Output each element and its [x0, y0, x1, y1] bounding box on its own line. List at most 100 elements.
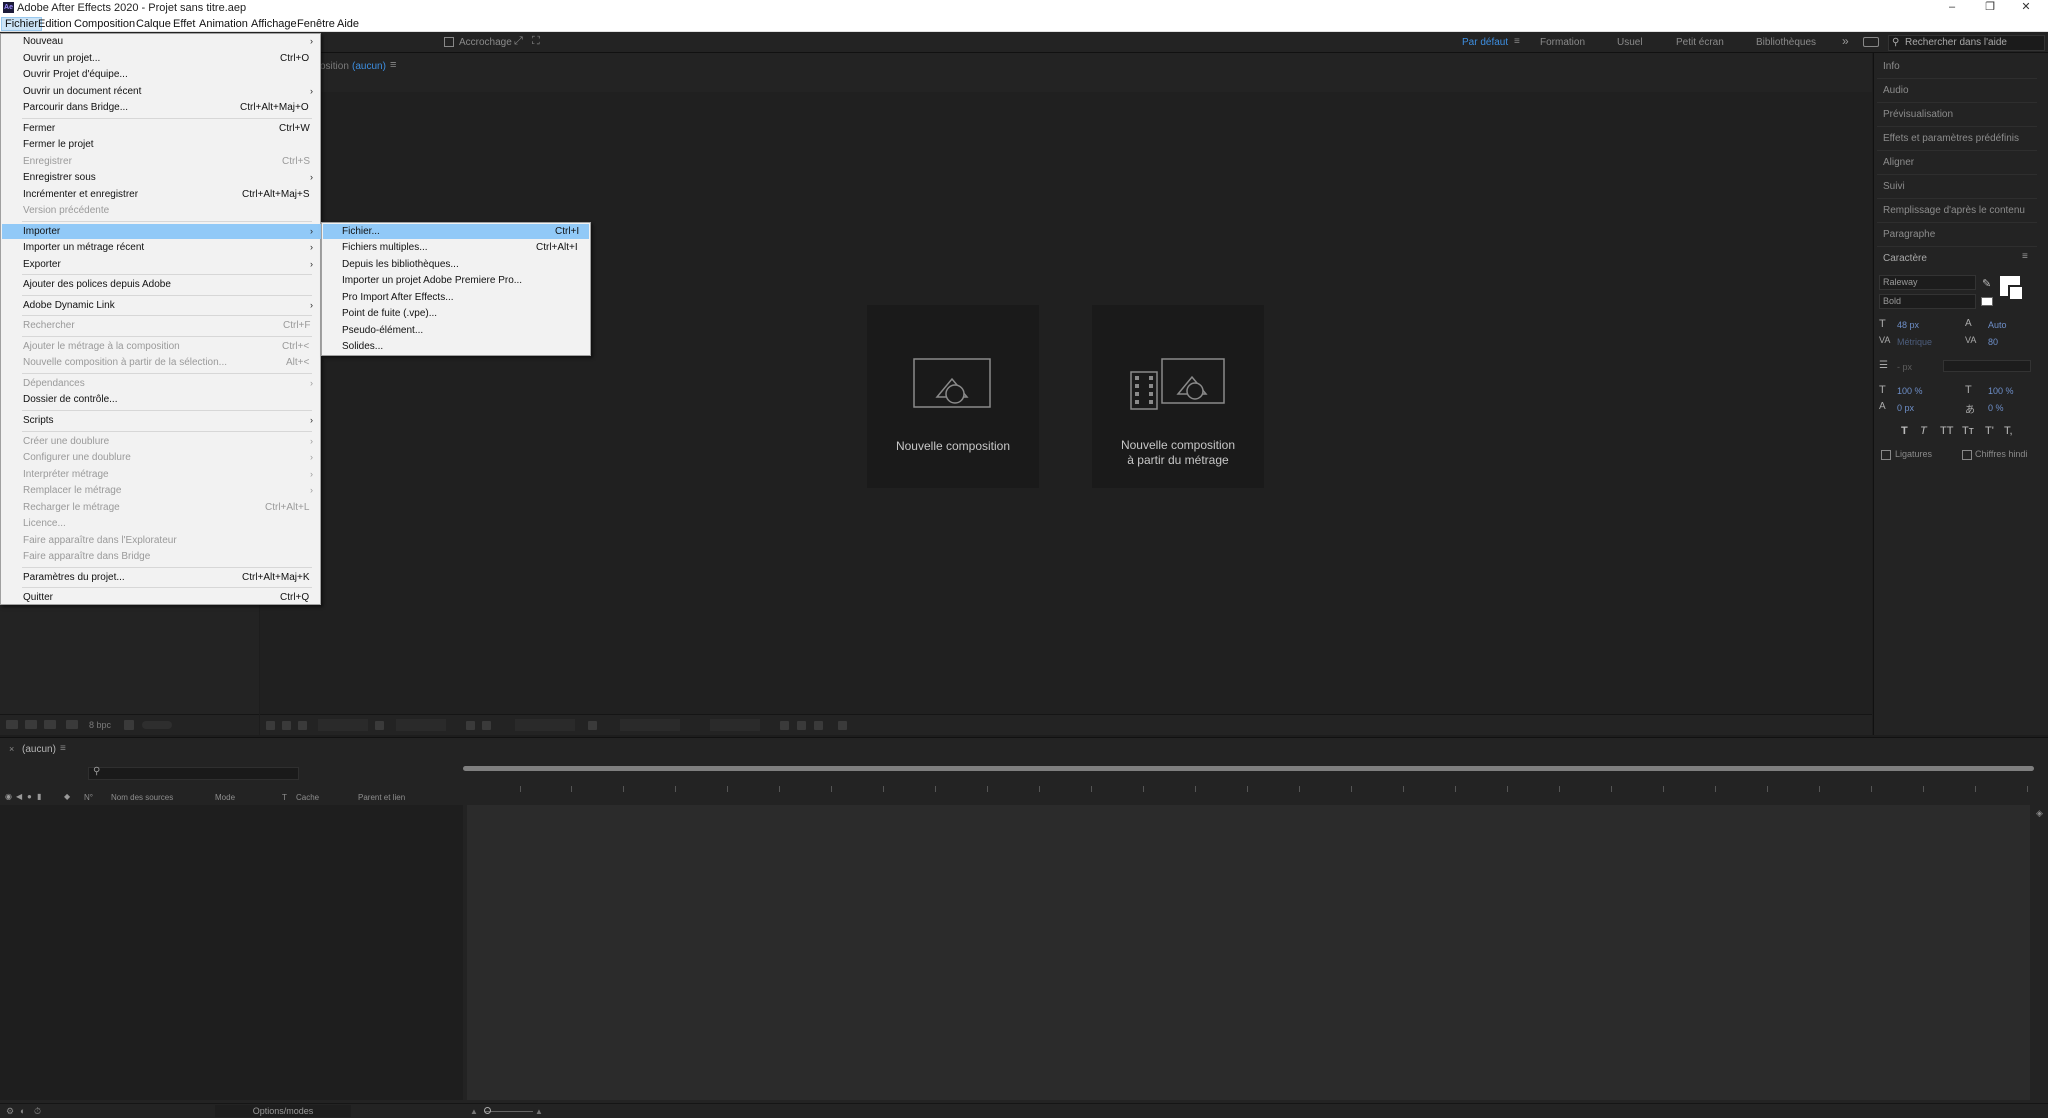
new-composition-icon[interactable] [44, 720, 56, 729]
audio-toggle-icon[interactable]: ◀ [16, 792, 22, 801]
hindi-digits-checkbox[interactable] [1962, 450, 1972, 460]
menu-affichage[interactable]: Affichage [248, 17, 300, 31]
zoom-slider-handle[interactable] [484, 1107, 491, 1114]
workspace-bibliotheques[interactable]: Bibliothèques [1756, 37, 1816, 48]
panel-caractere[interactable]: Caractère [1883, 253, 1927, 264]
menu-item-scripts[interactable]: Scripts › [2, 413, 321, 428]
submenu-item-solides[interactable]: Solides... [323, 339, 589, 354]
exposure-icon[interactable] [838, 721, 847, 730]
kerning-value[interactable]: Métrique [1897, 337, 1932, 347]
font-style-dropdown[interactable]: Bold [1879, 294, 1976, 309]
timeline-tab[interactable]: (aucun) [22, 744, 56, 755]
panel-suivi[interactable]: Suivi [1883, 181, 1905, 192]
panel-info[interactable]: Info [1883, 61, 1900, 72]
panel-paragraphe[interactable]: Paragraphe [1883, 229, 1935, 240]
baseline-shift-value[interactable]: 0 px [1897, 403, 1914, 413]
views-dropdown[interactable] [710, 719, 760, 731]
snap-checkbox[interactable] [444, 37, 454, 47]
composition-tab-menu-icon[interactable]: ≡ [390, 59, 396, 71]
submenu-item-fichiers-multiples[interactable]: Fichiers multiples... Ctrl+Alt+I [323, 240, 589, 255]
workspace-menu-icon[interactable]: ≡ [1514, 36, 1520, 47]
timeline-close-icon[interactable]: × [9, 744, 14, 754]
video-toggle-icon[interactable]: ◉ [5, 792, 12, 801]
bit-depth-label[interactable]: 8 bpc [89, 720, 111, 730]
menu-fenetre[interactable]: Fenêtre [294, 17, 338, 31]
workspace-petit-ecran[interactable]: Petit écran [1676, 37, 1724, 48]
snap-option-icon[interactable]: ⤢ [514, 35, 523, 48]
more-workspaces-icon[interactable]: » [1842, 34, 1849, 48]
menu-calque[interactable]: Calque [133, 17, 174, 31]
submenu-item-pseudo-element[interactable]: Pseudo-élément... [323, 323, 589, 338]
font-size-value[interactable]: 48 px [1897, 320, 1919, 330]
fast-preview-icon[interactable] [780, 721, 789, 730]
vertical-scale-value[interactable]: 100 % [1897, 386, 1923, 396]
menu-effet[interactable]: Effet [170, 17, 198, 31]
menu-item-quitter[interactable]: Quitter Ctrl+Q [2, 590, 321, 605]
zoom-in-icon[interactable]: ▲ [535, 1107, 543, 1116]
menu-item-ouvrir-projet[interactable]: Ouvrir un projet... Ctrl+O [2, 51, 321, 66]
menu-item-exporter[interactable]: Exporter › [2, 257, 321, 272]
submenu-item-point-de-fuite[interactable]: Point de fuite (.vpe)... [323, 306, 589, 321]
menu-animation[interactable]: Animation [196, 17, 251, 31]
current-time-field[interactable] [396, 719, 446, 731]
solo-toggle-icon[interactable]: ● [27, 792, 32, 801]
camera-dropdown[interactable] [620, 719, 680, 731]
panel-effets[interactable]: Effets et paramètres prédéfinis [1883, 133, 2019, 144]
timeline-tab-menu-icon[interactable]: ≡ [60, 743, 66, 754]
menu-edition[interactable]: Edition [35, 17, 75, 31]
timeline-tracks[interactable] [467, 805, 2030, 1100]
horizontal-scale-value[interactable]: 100 % [1988, 386, 2014, 396]
font-family-dropdown[interactable]: Raleway [1879, 275, 1976, 290]
new-composition-card[interactable]: Nouvelle composition [867, 305, 1039, 488]
options-modes-toggle[interactable]: Options/modes [215, 1105, 351, 1117]
composition-tab-name[interactable]: (aucun) [352, 61, 386, 72]
interpret-footage-icon[interactable] [6, 720, 18, 729]
always-preview-icon[interactable] [266, 721, 275, 730]
region-of-interest-icon[interactable] [588, 721, 597, 730]
workspace-formation[interactable]: Formation [1540, 37, 1585, 48]
submenu-item-fichier[interactable]: Fichier... Ctrl+I [323, 224, 589, 239]
zoom-out-icon[interactable]: ▲ [470, 1107, 478, 1116]
faux-italic-button[interactable]: T [1920, 425, 1927, 437]
submenu-item-premiere-pro[interactable]: Importer un projet Adobe Premiere Pro... [323, 273, 589, 288]
panel-remplissage[interactable]: Remplissage d'après le contenu [1883, 205, 2025, 216]
workspace-usuel[interactable]: Usuel [1617, 37, 1643, 48]
submenu-item-bibliotheques[interactable]: Depuis les bibliothèques... [323, 257, 589, 272]
menu-item-enregistrer-sous[interactable]: Enregistrer sous › [2, 170, 321, 185]
snap-grid-icon[interactable]: ⛶ [532, 35, 540, 48]
zoom-slider[interactable] [485, 1111, 533, 1112]
layer-switches-icon[interactable]: ⚙ [6, 1106, 14, 1117]
menu-item-importer[interactable]: Importer › [2, 224, 321, 239]
character-panel-menu-icon[interactable]: ≡ [2022, 251, 2028, 262]
menu-item-nouveau[interactable]: Nouveau › [2, 34, 321, 49]
faux-bold-button[interactable]: T [1901, 425, 1908, 437]
mask-icon[interactable] [282, 721, 291, 730]
menu-item-parametres-projet[interactable]: Paramètres du projet... Ctrl+Alt+Maj+K [2, 570, 321, 585]
search-panel-icon[interactable] [1863, 37, 1879, 47]
eyedropper-icon[interactable]: ✎ [1982, 277, 1991, 290]
menu-aide[interactable]: Aide [334, 17, 362, 31]
menu-item-importer-metrage-recent[interactable]: Importer un métrage récent › [2, 240, 321, 255]
leading-value[interactable]: Auto [1988, 320, 2007, 330]
submenu-item-pro-import[interactable]: Pro Import After Effects... [323, 290, 589, 305]
menu-item-document-recent[interactable]: Ouvrir un document récent › [2, 84, 321, 99]
menu-item-fermer-projet[interactable]: Fermer le projet [2, 137, 321, 152]
thumbnail-slider[interactable] [142, 721, 172, 729]
magnification-dropdown[interactable] [318, 719, 368, 731]
flowchart-icon[interactable] [814, 721, 823, 730]
panel-aligner[interactable]: Aligner [1883, 157, 1914, 168]
menu-item-dynamic-link[interactable]: Adobe Dynamic Link › [2, 298, 321, 313]
workspace-par-defaut[interactable]: Par défaut [1462, 37, 1508, 48]
small-caps-button[interactable]: Tт [1962, 425, 1974, 437]
render-time-icon[interactable]: ⏱ [34, 1106, 41, 1117]
menu-item-fermer[interactable]: Fermer Ctrl+W [2, 121, 321, 136]
stroke-width-value[interactable]: - px [1897, 362, 1912, 372]
stroke-type-dropdown[interactable] [1943, 360, 2031, 372]
safe-zones-icon[interactable] [298, 721, 307, 730]
white-swatch[interactable] [1981, 297, 1993, 306]
resolution-icon[interactable] [375, 721, 384, 730]
menu-item-parcourir-bridge[interactable]: Parcourir dans Bridge... Ctrl+Alt+Maj+O [2, 100, 321, 115]
tsume-value[interactable]: 0 % [1988, 403, 2004, 413]
trash-icon[interactable] [124, 720, 134, 730]
tracking-value[interactable]: 80 [1988, 337, 1998, 347]
